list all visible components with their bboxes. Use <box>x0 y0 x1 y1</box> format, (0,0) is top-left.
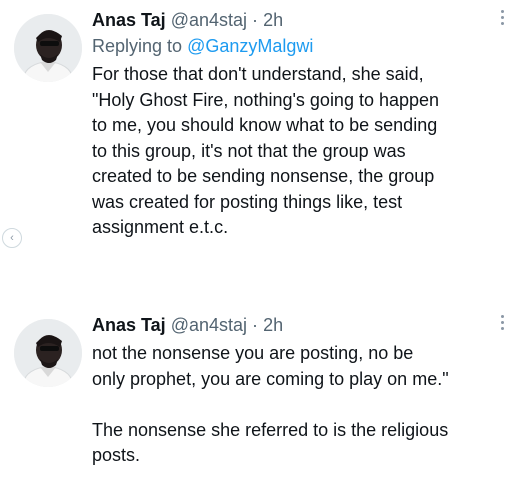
timestamp[interactable]: 2h <box>263 315 283 335</box>
timestamp[interactable]: 2h <box>263 10 283 30</box>
tweet-header: Anas Taj @an4staj · 2h <box>92 8 283 32</box>
replying-to: Replying to @GanzyMalgwi <box>92 34 313 58</box>
tweet-header: Anas Taj @an4staj · 2h <box>92 313 283 337</box>
profile-photo-icon <box>14 14 82 82</box>
tweet[interactable]: Anas Taj @an4staj · 2h not the nonsense … <box>0 305 521 495</box>
tweet-text: not the nonsense you are posting, no be … <box>92 343 449 465</box>
display-name[interactable]: Anas Taj <box>92 10 166 30</box>
separator-dot: · <box>252 315 259 335</box>
separator-dot: · <box>252 10 259 30</box>
profile-photo-icon <box>14 319 82 387</box>
user-handle[interactable]: @an4staj <box>171 315 247 335</box>
tweet[interactable]: Anas Taj @an4staj · 2h Replying to @Ganz… <box>0 0 521 290</box>
user-handle[interactable]: @an4staj <box>171 10 247 30</box>
mention-link[interactable]: @GanzyMalgwi <box>187 36 313 56</box>
display-name[interactable]: Anas Taj <box>92 315 166 335</box>
avatar[interactable] <box>14 319 82 387</box>
chevron-left-icon[interactable]: ‹ <box>2 228 22 248</box>
avatar[interactable] <box>14 14 82 82</box>
replying-to-label: Replying to <box>92 36 188 56</box>
more-options-icon[interactable] <box>499 10 505 30</box>
more-options-icon[interactable] <box>499 315 505 335</box>
tweet-text: For those that don't understand, she sai… <box>92 64 440 237</box>
